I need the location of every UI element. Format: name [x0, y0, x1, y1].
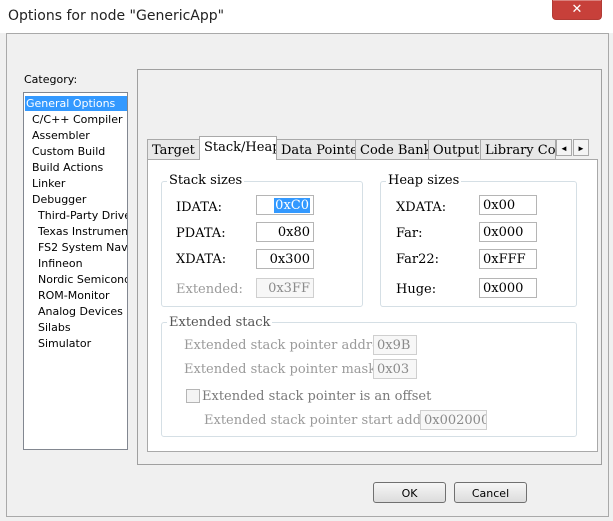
category-item-custom-build[interactable]: Custom Build [32, 144, 105, 159]
tab-target[interactable]: Target [147, 139, 200, 159]
heap-sizes-title: Heap sizes [386, 173, 462, 188]
category-item-build-actions[interactable]: Build Actions [32, 160, 103, 175]
ext-stack-offset-checkbox[interactable] [186, 389, 200, 403]
stack-extended-input[interactable]: 0x3FF [256, 278, 314, 298]
heap-xdata-label: XDATA: [396, 200, 447, 215]
tab-scroll-right-button[interactable]: ► [573, 139, 589, 156]
ok-button[interactable]: OK [373, 482, 446, 503]
extended-stack-title: Extended stack [167, 315, 273, 330]
category-label: Category: [24, 73, 78, 86]
close-button[interactable]: ✕ [552, 0, 602, 20]
window-title: Options for node "GenericApp" [8, 8, 225, 24]
tab-code-bank[interactable]: Code Bank [355, 139, 429, 159]
category-item-general-options[interactable]: General Options [25, 96, 127, 111]
category-item-simulator[interactable]: Simulator [38, 336, 91, 351]
category-item-third-party-driver[interactable]: Third-Party Driver [38, 208, 127, 223]
tab-data-pointer[interactable]: Data Pointer [276, 139, 356, 159]
cancel-button[interactable]: Cancel [454, 482, 527, 503]
heap-xdata-input[interactable]: 0x00 [479, 195, 537, 215]
stack-sizes-title: Stack sizes [167, 173, 245, 188]
ext-stack-offset-label: Extended stack pointer is an offset [202, 389, 432, 404]
category-item-texas-instruments[interactable]: Texas Instruments [38, 224, 127, 239]
tab-scroll-buttons: ◄ ► [556, 139, 590, 156]
tab-output[interactable]: Output [428, 139, 481, 159]
stack-xdata-input[interactable]: 0x300 [256, 249, 314, 269]
category-list[interactable]: General Options C/C++ Compiler Assembler… [23, 92, 128, 450]
stack-pdata-input[interactable]: 0x80 [256, 222, 314, 242]
close-icon: ✕ [571, 2, 583, 17]
arrow-left-icon: ◄ [560, 144, 568, 153]
heap-far-input[interactable]: 0x000 [479, 222, 537, 242]
arrow-right-icon: ► [577, 144, 585, 153]
tab-library-configuration[interactable]: Library Con [480, 139, 556, 159]
heap-far-label: Far: [396, 226, 423, 241]
ext-stack-start-input[interactable]: 0x002000 [420, 410, 487, 430]
stack-extended-label: Extended: [176, 282, 243, 297]
heap-huge-label: Huge: [396, 282, 437, 297]
ext-stack-mask-input[interactable]: 0x03 [373, 359, 417, 379]
heap-far22-label: Far22: [396, 252, 440, 267]
stack-pdata-label: PDATA: [176, 226, 226, 241]
category-item-rom-monitor[interactable]: ROM-Monitor [38, 288, 110, 303]
ext-stack-start-label: Extended stack pointer start address: [204, 413, 453, 428]
stack-idata-label: IDATA: [176, 200, 222, 215]
category-item-fs2-system-navigator[interactable]: FS2 System Navig: [38, 240, 127, 255]
stack-xdata-label: XDATA: [176, 252, 227, 267]
heap-far22-input[interactable]: 0xFFF [479, 249, 537, 269]
category-item-silabs[interactable]: Silabs [38, 320, 71, 335]
ext-stack-address-input[interactable]: 0x9B [373, 335, 417, 355]
category-item-linker[interactable]: Linker [32, 176, 65, 191]
category-item-nordic-semiconductor[interactable]: Nordic Semiconduc [38, 272, 127, 287]
stack-idata-value: 0xC0 [274, 198, 310, 213]
tab-scroll-left-button[interactable]: ◄ [556, 139, 572, 156]
category-item-debugger[interactable]: Debugger [32, 192, 86, 207]
category-item-assembler[interactable]: Assembler [32, 128, 90, 143]
ext-stack-mask-label: Extended stack pointer mask: [184, 362, 381, 377]
stack-idata-input[interactable]: 0xC0 [256, 195, 314, 215]
category-item-c-compiler[interactable]: C/C++ Compiler [32, 112, 123, 127]
category-item-infineon[interactable]: Infineon [38, 256, 83, 271]
ext-stack-address-label: Extended stack pointer address: [184, 338, 398, 353]
category-item-analog-devices[interactable]: Analog Devices [38, 304, 123, 319]
heap-huge-input[interactable]: 0x000 [479, 278, 537, 298]
tab-stack-heap[interactable]: Stack/Heap [199, 136, 277, 160]
